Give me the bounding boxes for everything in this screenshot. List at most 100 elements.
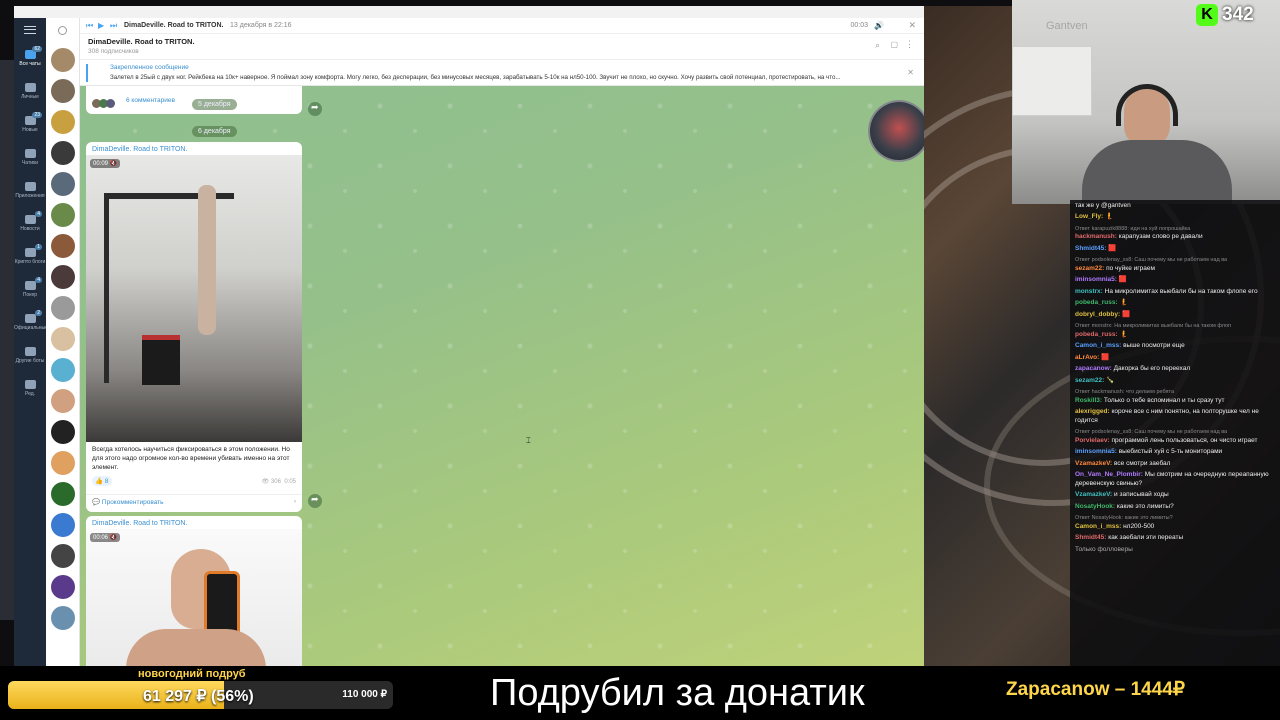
chat-avatar[interactable] xyxy=(51,265,75,289)
goal-title: новогодний подруб xyxy=(138,668,246,680)
folder-9[interactable]: Другие боты xyxy=(14,347,46,364)
chat-username[interactable]: Shmidt45: xyxy=(1075,245,1106,252)
chat-avatar[interactable] xyxy=(51,234,75,258)
next-track-icon[interactable]: ⏭ xyxy=(110,21,117,31)
chat-footer: Только фолловеры xyxy=(1075,545,1133,553)
chat-username[interactable]: hackmanush: xyxy=(1075,233,1117,240)
person-icon xyxy=(24,83,36,92)
chat-username[interactable]: sezam22: xyxy=(1075,377,1104,384)
chat-reply-context: Ответ podsolenay_ss8: Саш почему мы не р… xyxy=(1075,429,1228,435)
chat-username[interactable]: dobryl_dobby: xyxy=(1075,311,1120,318)
chat-text: 🧜 xyxy=(1119,299,1128,306)
chat-avatar[interactable] xyxy=(51,141,75,165)
play-icon[interactable]: ▶ xyxy=(98,21,104,30)
forward-icon[interactable] xyxy=(308,494,322,508)
chat-username[interactable]: VzamazkeV: xyxy=(1075,491,1112,498)
chat-text: 🟥 xyxy=(1101,353,1110,361)
chat-username[interactable]: iminsomnia5: xyxy=(1075,276,1117,283)
folder-0[interactable]: Все чаты 62 xyxy=(14,46,46,67)
unread-badge: 4 xyxy=(35,277,42,283)
folder-5[interactable]: Новости 4 xyxy=(14,211,46,232)
chat-avatar[interactable] xyxy=(51,203,75,227)
chat-message: dobryl_dobby: 🟥 xyxy=(1070,309,1280,321)
chat-avatar[interactable] xyxy=(51,327,75,351)
chat-avatar[interactable] xyxy=(51,296,75,320)
chat-reply-context: Ответ monstrx: На микролимитах выебали б… xyxy=(1075,323,1232,329)
chat-avatar[interactable] xyxy=(51,79,75,103)
more-options-icon[interactable]: ⋮ xyxy=(905,39,914,50)
chat-username[interactable]: zapacanow: xyxy=(1075,365,1112,372)
edit-icon xyxy=(24,380,36,389)
video-thumbnail[interactable]: 00:06 🔇 xyxy=(86,529,302,666)
chat-username[interactable]: Roskill3: xyxy=(1075,397,1102,404)
subscriber-count: 308 подписчиков xyxy=(88,48,139,55)
chat-avatar[interactable] xyxy=(51,358,75,382)
chat-username[interactable]: NosatyHook: xyxy=(1075,503,1115,510)
forward-icon[interactable] xyxy=(308,102,322,116)
chat-avatar[interactable] xyxy=(51,575,75,599)
chat-username[interactable]: pobeda_russ: xyxy=(1075,331,1118,338)
channel-header[interactable]: DimaDeville. Road to TRITON. 308 подписч… xyxy=(80,34,924,60)
folder-2[interactable]: Новые 23 xyxy=(14,112,46,133)
folder-10[interactable]: Ред. xyxy=(14,380,46,397)
chat-avatar[interactable] xyxy=(51,389,75,413)
folder-7[interactable]: Покер 4 xyxy=(14,277,46,298)
folder-3[interactable]: Чатики xyxy=(14,149,46,166)
chat-reply-context: Ответ podsolenay_ss8: Саш почему мы не р… xyxy=(1075,257,1228,263)
message-author[interactable]: DimaDeville. Road to TRITON. xyxy=(86,516,302,529)
search-icon[interactable] xyxy=(58,26,67,35)
channel-avatar[interactable] xyxy=(868,100,924,162)
chat-username[interactable]: Camon_i_mss: xyxy=(1075,342,1121,349)
chat-username[interactable]: alexrigged: xyxy=(1075,408,1110,415)
message-meta: 👁 306 0:05 xyxy=(261,479,296,485)
chat-avatar[interactable] xyxy=(51,48,75,72)
chat-avatar[interactable] xyxy=(51,451,75,475)
chat-username[interactable]: Camon_i_mss: xyxy=(1075,523,1121,530)
chat-avatar[interactable] xyxy=(51,513,75,537)
chat-message: iminsomnia5: выебистый хуй с 5-ть монито… xyxy=(1070,447,1280,459)
comment-button[interactable]: 💬 Прокомментировать › xyxy=(86,494,302,512)
chat-avatar[interactable] xyxy=(51,544,75,568)
folder-8[interactable]: Официальные 2 xyxy=(14,310,48,331)
chat-username[interactable]: Shmidt45: xyxy=(1075,534,1106,541)
chat-username[interactable]: VzamazkeV: xyxy=(1075,460,1112,467)
folder-label: Крипто блоги xyxy=(14,259,46,265)
chat-avatar[interactable] xyxy=(51,482,75,506)
chat-username[interactable]: pobeda_russ: xyxy=(1075,299,1118,306)
chat-username[interactable]: On_Vam_Ne_Plombir: xyxy=(1075,471,1143,478)
chat-avatar[interactable] xyxy=(51,420,75,444)
chat-avatar[interactable] xyxy=(51,110,75,134)
chat-message: так же у @gantven xyxy=(1070,200,1280,212)
phone-in-hand xyxy=(204,571,240,637)
shelf xyxy=(1012,46,1092,116)
close-player-icon[interactable]: ✕ xyxy=(908,20,916,31)
sidebar-toggle-icon[interactable]: ▢ xyxy=(890,40,898,49)
left-edge-panel xyxy=(0,60,14,620)
donation-goal-bar: 61 297 ₽ (56%) 110 000 ₽ xyxy=(8,681,393,709)
chat-message: Low_Fly: 🧜 xyxy=(1070,212,1280,224)
donation-message: Подрубил за донатик xyxy=(490,672,865,714)
chat-text: 🟥 xyxy=(1108,244,1117,252)
chat-reply-context: Ответ NosatyHook: какие это лимиты? xyxy=(1075,515,1173,521)
pinned-message-bar[interactable]: Закрепленное сообщение Залетел в 25ый с … xyxy=(80,60,924,86)
chat-username[interactable]: iminsomnia5: xyxy=(1075,448,1117,455)
hamburger-menu-icon[interactable] xyxy=(24,26,36,34)
prev-track-icon[interactable]: ⏮ xyxy=(86,21,93,31)
chat-username[interactable]: Low_Fly: xyxy=(1075,213,1103,220)
chat-username[interactable]: sezam22: xyxy=(1075,265,1104,272)
chat-avatar[interactable] xyxy=(51,606,75,630)
folder-1[interactable]: Личные xyxy=(14,83,46,100)
chat-username[interactable]: aLrAvo: xyxy=(1075,354,1099,361)
unread-badge: 2 xyxy=(35,310,42,316)
folder-6[interactable]: Крипто блоги 1 xyxy=(14,244,46,265)
reaction-chip[interactable]: 👍 8 xyxy=(92,476,112,486)
chat-username[interactable]: monstrx: xyxy=(1075,288,1103,295)
search-icon[interactable]: ⌕ xyxy=(875,40,880,51)
message-author[interactable]: DimaDeville. Road to TRITON. xyxy=(86,142,302,155)
chat-username[interactable]: Porvielaev: xyxy=(1075,437,1110,444)
video-thumbnail[interactable]: 00:09 🔇 xyxy=(86,155,302,442)
chat-avatar[interactable] xyxy=(51,172,75,196)
folder-4[interactable]: Приложения xyxy=(14,182,46,199)
close-pinned-icon[interactable]: ✕ xyxy=(907,68,914,77)
volume-icon[interactable]: 🔊 xyxy=(874,21,884,30)
